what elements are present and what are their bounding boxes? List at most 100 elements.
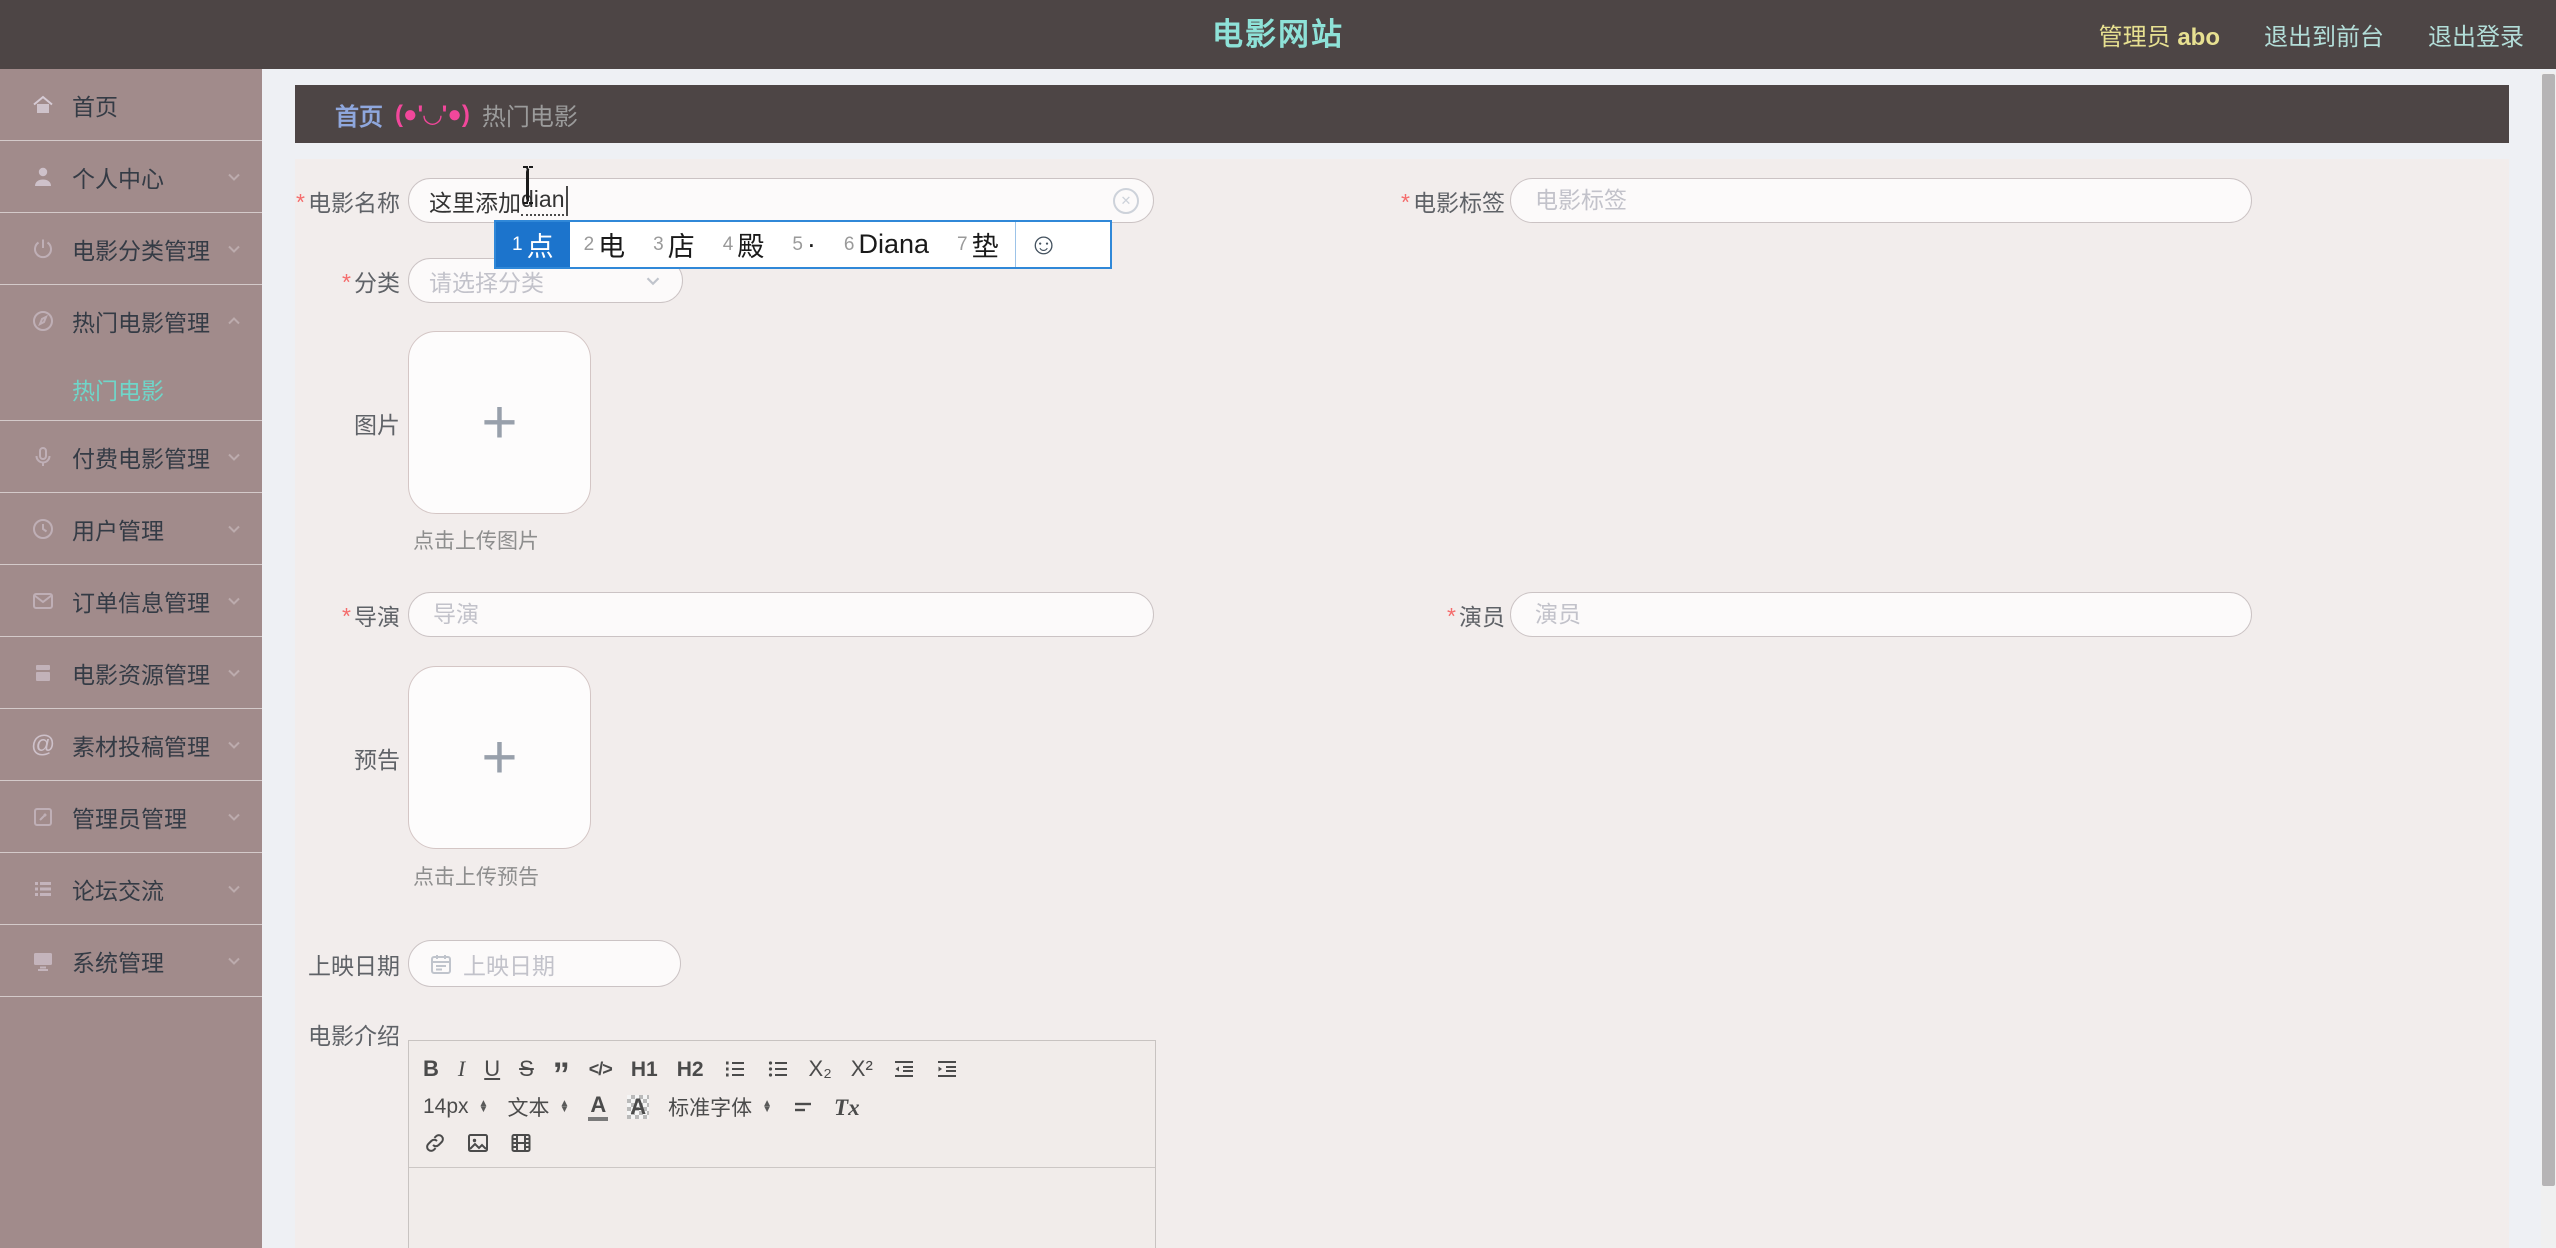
link-icon[interactable] <box>423 1131 447 1155</box>
sidebar-item-system-mgmt[interactable]: 系统管理 <box>0 925 262 997</box>
clear-input-icon[interactable]: ✕ <box>1113 187 1139 214</box>
app-header: 电影网站 管理员 abo 退出到前台 退出登录 <box>0 0 2556 69</box>
video-insert-icon[interactable] <box>509 1131 533 1155</box>
plus-icon: + <box>481 387 518 457</box>
logout-link[interactable]: 退出登录 <box>2428 17 2524 52</box>
ime-candidate-window: 1点 2电 3店 4殿 5 · 6 Diana 7垫 ☺ <box>494 220 1112 269</box>
ime-candidate[interactable]: 1点 <box>496 222 570 267</box>
indent-icon[interactable] <box>935 1057 959 1081</box>
outdent-icon[interactable] <box>892 1057 916 1081</box>
user-icon <box>30 164 56 190</box>
highlight-color-icon[interactable]: A <box>627 1095 650 1119</box>
sidebar-item-label: 电影分类管理 <box>72 237 210 264</box>
intro-label: 电影介绍 <box>308 1023 400 1049</box>
sidebar-item-label: 用户管理 <box>72 517 164 544</box>
sidebar-item-admin-mgmt[interactable]: 管理员管理 <box>0 781 262 853</box>
sidebar-item-user-mgmt[interactable]: 用户管理 <box>0 493 262 565</box>
sidebar-item-forum[interactable]: 论坛交流 <box>0 853 262 925</box>
strikethrough-icon[interactable]: S <box>519 1058 534 1080</box>
sidebar-item-label: 论坛交流 <box>72 877 164 904</box>
actor-input[interactable] <box>1510 592 2252 637</box>
chevron-up-icon <box>228 317 240 325</box>
movie-name-input[interactable]: 这里添加 dian ✕ <box>408 178 1154 223</box>
movie-name-value: 这里添加 <box>429 189 521 216</box>
font-family-select[interactable]: 标准字体 ▲ ▼ <box>668 1092 772 1122</box>
sidebar-subitem-hot-movie[interactable]: 热门电影 <box>0 357 262 421</box>
chevron-down-icon <box>646 276 660 285</box>
vertical-scrollbar[interactable] <box>2541 72 2556 1248</box>
header-actions: 管理员 abo 退出到前台 退出登录 <box>2099 0 2524 69</box>
sidebar: 首页 个人中心 电影分类管理 热门电影管理 热门电影 付费电影管理 用户管理 订… <box>0 69 262 1248</box>
required-asterisk: * <box>1447 603 1456 629</box>
emoji-picker-icon[interactable]: ☺ <box>1018 222 1070 267</box>
font-size-select[interactable]: 14px ▲ ▼ <box>423 1095 488 1119</box>
scrollbar-thumb[interactable] <box>2542 74 2555 1186</box>
heading1-icon[interactable]: H1 <box>631 1059 658 1080</box>
heading2-icon[interactable]: H2 <box>677 1059 704 1080</box>
hot-movie-form: * 电影名称 这里添加dian ✕ * 电影标签 1点 2电 3店 4殿 <box>295 159 2509 1248</box>
subscript-icon[interactable]: X₂ <box>809 1058 832 1080</box>
sidebar-item-movie-category[interactable]: 电影分类管理 <box>0 213 262 285</box>
chevron-down-icon <box>228 597 240 605</box>
trailer-upload-hint: 点击上传预告 <box>413 866 539 889</box>
align-icon[interactable] <box>791 1095 815 1119</box>
sidebar-item-movie-resource-mgmt[interactable]: 电影资源管理 <box>0 637 262 709</box>
power-icon <box>30 236 56 262</box>
director-input[interactable] <box>408 592 1154 637</box>
bullet-list-icon[interactable] <box>766 1057 790 1081</box>
sidebar-item-paid-movie-mgmt[interactable]: 付费电影管理 <box>0 421 262 493</box>
sidebar-item-label: 系统管理 <box>72 949 164 976</box>
trailer-upload-dropzone[interactable]: + <box>408 666 591 849</box>
image-insert-icon[interactable] <box>466 1131 490 1155</box>
code-block-icon[interactable]: </> <box>589 1060 613 1078</box>
sidebar-subitem-label: 热门电影 <box>72 377 164 404</box>
stepper-icon: ▲ ▼ <box>762 1097 773 1115</box>
editor-content-area[interactable] <box>409 1168 1155 1248</box>
ordered-list-icon[interactable] <box>723 1057 747 1081</box>
breadcrumb-emoticon: (●'◡'●) <box>395 100 470 128</box>
breadcrumb: 首页 (●'◡'●) 热门电影 <box>295 85 2509 143</box>
underline-icon[interactable]: U <box>484 1058 500 1080</box>
image-upload-hint: 点击上传图片 <box>413 530 539 553</box>
chevron-down-icon <box>228 525 240 533</box>
ime-candidate[interactable]: 2电 <box>570 222 640 267</box>
text-color-icon[interactable]: A <box>588 1093 609 1121</box>
image-upload-dropzone[interactable]: + <box>408 331 591 514</box>
italic-icon[interactable]: I <box>458 1058 465 1080</box>
ime-candidate[interactable]: 3店 <box>639 222 709 267</box>
sidebar-item-label: 管理员管理 <box>72 805 187 832</box>
edit-square-icon <box>30 804 56 830</box>
plus-icon: + <box>481 722 518 792</box>
ime-candidate[interactable]: 6 Diana <box>830 222 943 267</box>
breadcrumb-home-link[interactable]: 首页 <box>335 97 383 132</box>
director-label: * 导演 <box>342 603 400 630</box>
superscript-icon[interactable]: X² <box>851 1058 873 1080</box>
ime-candidate[interactable]: 5 · <box>778 222 830 267</box>
exit-to-frontend-link[interactable]: 退出到前台 <box>2264 17 2384 52</box>
sidebar-item-order-mgmt[interactable]: 订单信息管理 <box>0 565 262 637</box>
rich-text-editor: B I U S ” </> H1 H2 X₂ X² 14px ▲ ▼ 文本 ▲ … <box>408 1040 1156 1248</box>
paragraph-style-select[interactable]: 文本 ▲ ▼ <box>507 1092 569 1122</box>
calendar-icon <box>431 954 451 974</box>
sidebar-item-material-submission-mgmt[interactable]: @ 素材投稿管理 <box>0 709 262 781</box>
blockquote-icon[interactable]: ” <box>553 1058 570 1092</box>
clear-format-icon[interactable]: Tx <box>834 1096 860 1119</box>
ime-candidate[interactable]: 4殿 <box>709 222 779 267</box>
movie-name-label: * 电影名称 <box>296 189 400 216</box>
monitor-icon <box>30 948 56 974</box>
sidebar-item-hot-movie-mgmt[interactable]: 热门电影管理 <box>0 285 262 357</box>
required-asterisk: * <box>342 269 351 295</box>
chevron-down-icon <box>228 669 240 677</box>
image-label: 图片 <box>354 411 400 438</box>
sidebar-item-personal-center[interactable]: 个人中心 <box>0 141 262 213</box>
movie-tag-input[interactable] <box>1510 178 2252 223</box>
sidebar-item-label: 个人中心 <box>72 165 164 192</box>
at-sign-icon: @ <box>30 730 56 758</box>
required-asterisk: * <box>1401 189 1410 215</box>
release-date-input[interactable]: 上映日期 <box>408 940 681 987</box>
bold-icon[interactable]: B <box>423 1058 439 1080</box>
chevron-down-icon <box>228 813 240 821</box>
ime-candidate[interactable]: 7垫 <box>943 222 1013 267</box>
admin-username: abo <box>2177 24 2220 51</box>
sidebar-item-home[interactable]: 首页 <box>0 69 262 141</box>
